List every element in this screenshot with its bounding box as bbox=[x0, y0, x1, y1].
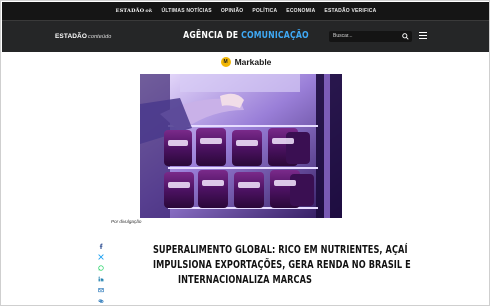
estadao-logo-text: ESTADÃO bbox=[115, 8, 145, 14]
estadao-logo-suffix: ok bbox=[145, 8, 153, 14]
article-photo bbox=[140, 74, 342, 218]
linkedin-icon[interactable] bbox=[97, 273, 105, 284]
search-box[interactable]: Buscar... bbox=[329, 31, 412, 42]
nav-economia[interactable]: ECONOMIA bbox=[286, 8, 315, 14]
nav-estadao-verifica[interactable]: ESTADÃO VERIFICA bbox=[324, 8, 376, 14]
markable-logo-icon: M bbox=[220, 57, 231, 67]
photo-caption: Por divulgação bbox=[111, 219, 142, 224]
headline-line-1: SUPERALIMENTO GLOBAL: RICO EM NUTRIENTES… bbox=[152, 244, 408, 256]
site-header: ESTADÃOconteúdo AGÊNCIA DE COMUNICAÇÃO B… bbox=[2, 20, 489, 52]
top-navigation-bar: ESTADÃOok ÚLTIMAS NOTÍCIAS OPINIÃO POLÍT… bbox=[2, 2, 489, 20]
article-headline: SUPERALIMENTO GLOBAL: RICO EM NUTRIENTES… bbox=[152, 243, 411, 288]
sponsor-block: M Markable bbox=[1, 57, 489, 67]
nav-opiniao[interactable]: OPINIÃO bbox=[221, 8, 244, 14]
markable-logo-letter: M bbox=[223, 59, 228, 65]
search-icon[interactable] bbox=[402, 33, 409, 40]
estadao-logo[interactable]: ESTADÃOok bbox=[116, 8, 153, 14]
acai-freezer-photo bbox=[140, 74, 342, 218]
headline-line-2: IMPULSIONA EXPORTAÇÕES, GERA RENDA NO BR… bbox=[152, 259, 411, 271]
sponsor-name: Markable bbox=[234, 57, 272, 67]
page: ESTADÃOok ÚLTIMAS NOTÍCIAS OPINIÃO POLÍT… bbox=[0, 0, 490, 306]
copy-link-icon[interactable] bbox=[97, 295, 105, 305]
share-bar bbox=[97, 240, 105, 305]
whatsapp-icon[interactable] bbox=[97, 262, 105, 273]
title-part-comunicacao: COMUNICAÇÃO bbox=[241, 30, 309, 41]
nav-politica[interactable]: POLÍTICA bbox=[252, 8, 277, 14]
facebook-icon[interactable] bbox=[97, 240, 105, 251]
hamburger-menu-icon[interactable] bbox=[419, 32, 427, 39]
email-icon[interactable] bbox=[97, 284, 105, 295]
search-placeholder: Buscar... bbox=[333, 33, 353, 39]
x-twitter-icon[interactable] bbox=[97, 251, 105, 262]
headline-line-3: INTERNACIONALIZA MARCAS bbox=[177, 274, 313, 286]
nav-ultimas-noticias[interactable]: ÚLTIMAS NOTÍCIAS bbox=[162, 8, 212, 14]
title-part-agencia: AGÊNCIA DE bbox=[183, 30, 242, 41]
